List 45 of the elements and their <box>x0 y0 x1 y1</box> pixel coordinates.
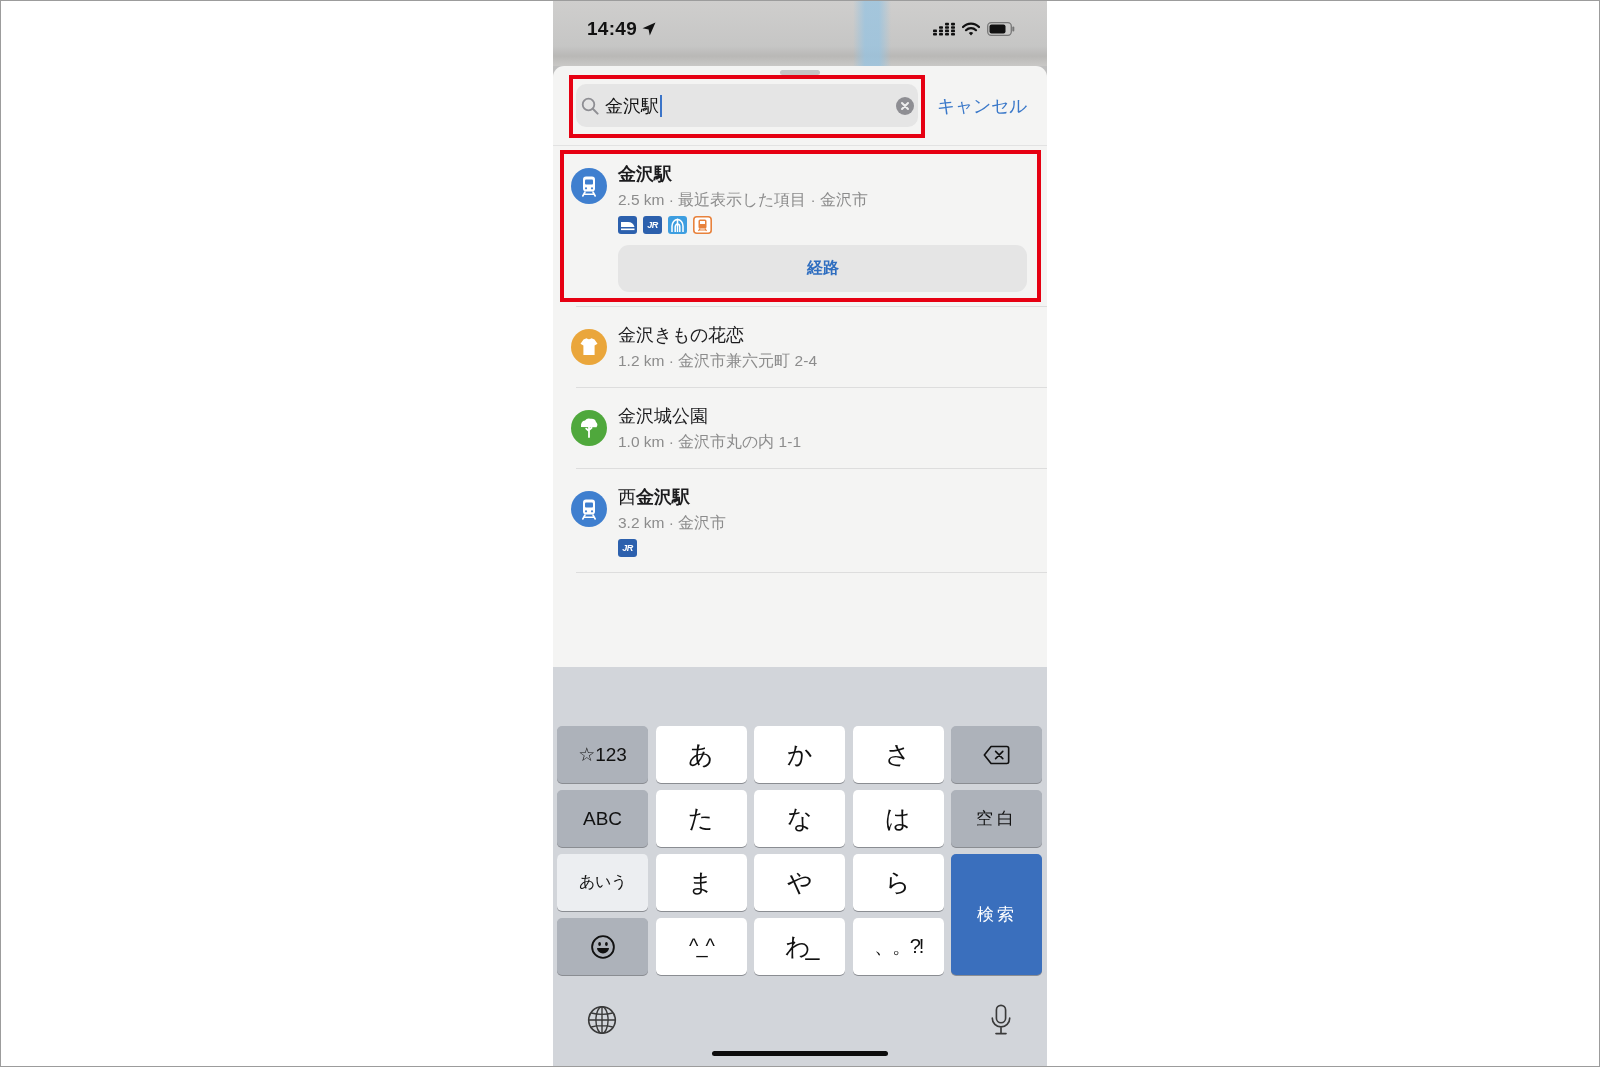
line-badge: JR <box>618 539 637 557</box>
result-subtitle: 2.5 km · 最近表示した項目 · 金沢市 <box>618 190 869 210</box>
location-arrow-icon <box>642 22 657 36</box>
microphone-icon[interactable] <box>990 1004 1012 1036</box>
cancel-button[interactable]: キャンセル <box>937 93 1027 118</box>
smiley-icon <box>590 934 615 959</box>
keyboard-key[interactable]: あ <box>655 726 747 783</box>
keyboard-key[interactable]: ら <box>852 854 944 911</box>
text-cursor-icon <box>660 94 662 117</box>
signal-icon <box>933 22 955 36</box>
keyboard-key[interactable]: わ_ <box>754 918 845 975</box>
keyboard-key[interactable]: ま <box>655 854 747 911</box>
route-button[interactable]: 経路 <box>618 245 1027 292</box>
globe-icon[interactable] <box>587 1005 617 1035</box>
keyboard-key[interactable]: た <box>655 790 747 847</box>
result-subtitle: 1.2 km · 金沢市兼六元町 2-4 <box>618 351 817 371</box>
result-title[interactable]: 西金沢駅 <box>618 484 690 510</box>
clock-time: 14:49 <box>587 18 638 40</box>
result-subtitle: 3.2 km · 金沢市 <box>618 513 727 533</box>
search-text: 金沢駅 <box>605 94 659 118</box>
keyboard-key[interactable]: な <box>754 790 845 847</box>
return-key[interactable]: 検索 <box>951 854 1042 975</box>
emoji-key[interactable] <box>557 918 648 975</box>
keyboard-key[interactable]: や <box>754 854 845 911</box>
battery-icon <box>987 22 1015 36</box>
wifi-icon <box>962 22 980 36</box>
mode-key[interactable]: ☆123 <box>557 726 648 783</box>
search-icon <box>581 96 599 115</box>
delete-icon <box>983 744 1010 765</box>
keyboard-key[interactable]: 、。?! <box>852 918 944 975</box>
keyboard-key[interactable]: さ <box>852 726 944 783</box>
keyboard-key[interactable]: ^_^ <box>655 918 747 975</box>
space-key[interactable]: 空白 <box>951 790 1042 847</box>
result-title[interactable]: 金沢城公園 <box>618 403 708 429</box>
keyboard-key[interactable]: か <box>754 726 845 783</box>
keyboard-key[interactable]: は <box>852 790 944 847</box>
result-subtitle: 1.0 km · 金沢市丸の内 1-1 <box>618 432 801 452</box>
search-field[interactable]: 金沢駅 <box>576 84 918 127</box>
delete-key[interactable] <box>951 726 1042 783</box>
result-title[interactable]: 金沢きもの花恋 <box>618 322 744 348</box>
line-badge: JR <box>643 216 662 234</box>
result-title[interactable]: 金沢駅 <box>618 161 672 187</box>
mode-key[interactable]: あいう <box>557 854 648 911</box>
mode-key[interactable]: ABC <box>557 790 648 847</box>
clear-icon[interactable] <box>896 96 914 115</box>
